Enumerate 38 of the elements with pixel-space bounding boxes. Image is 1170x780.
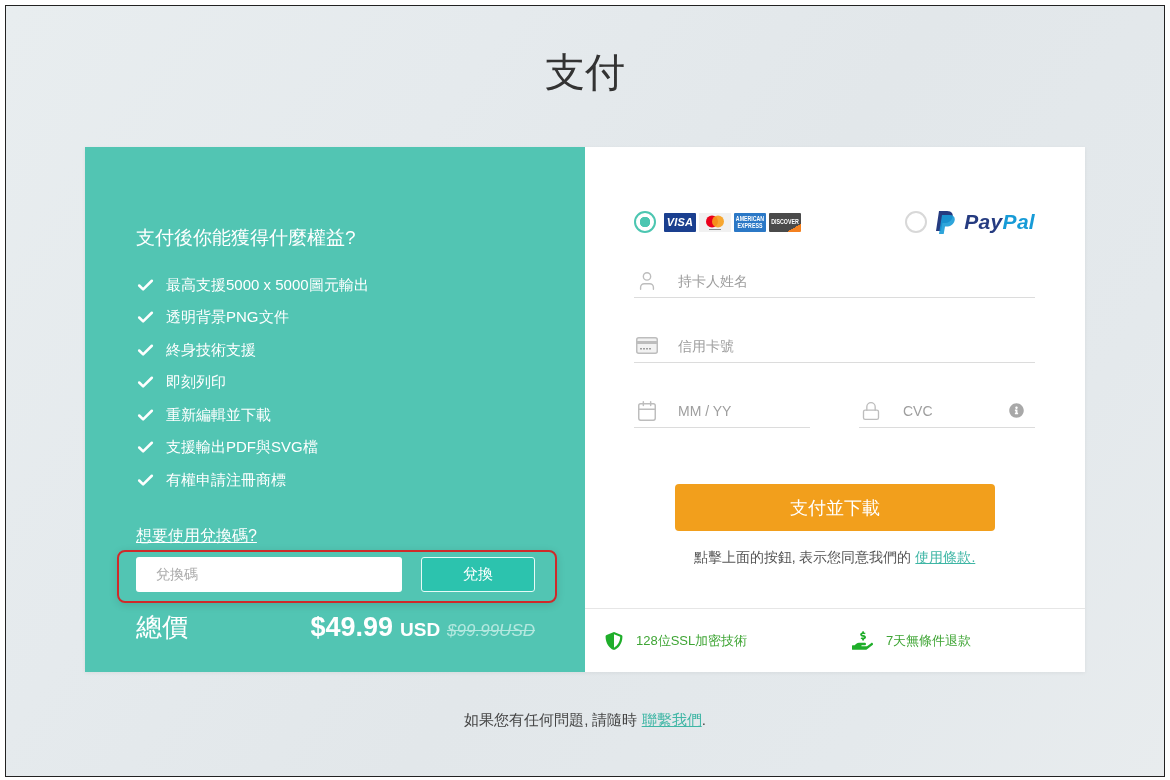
voucher-link[interactable]: 想要使用兌換碼?	[136, 524, 257, 547]
redeem-button[interactable]: 兌換	[421, 556, 535, 592]
credit-card-icon	[636, 337, 658, 354]
radio-button[interactable]	[634, 211, 656, 233]
pay-download-button[interactable]: 支付並下載	[674, 484, 995, 531]
benefit-text: 終身技術支援	[166, 340, 256, 360]
cardholder-name-field[interactable]: 持卡人姓名	[634, 264, 1035, 298]
currency-text: USD	[400, 619, 441, 641]
logo-mark-icon	[936, 210, 956, 234]
benefit-text: 重新編輯並下載	[166, 405, 271, 425]
terms-link[interactable]: 使用條款.	[915, 549, 976, 565]
payment-logo-text: PayPal	[964, 210, 1035, 234]
card-logo-icon	[699, 212, 731, 232]
card-logo: DISCOVER	[769, 212, 801, 232]
page-title: 支付	[545, 49, 625, 96]
benefits-heading: 支付後你能獲得什麼權益?	[136, 226, 357, 250]
voucher-code-field[interactable]: 兌換碼	[136, 556, 402, 592]
info-icon[interactable]	[1009, 403, 1024, 418]
footer-text: 如果您有任何問題, 請隨時 聯繫我們.	[464, 710, 706, 730]
benefit-text: 有權申請注冊商標	[166, 470, 286, 490]
lock-icon	[861, 400, 881, 421]
benefit-text: 透明背景PNG文件	[166, 308, 289, 328]
guarantee-text: 128位SSL加密技術	[636, 631, 748, 650]
benefit-text: 支援輸出PDF與SVG檔	[166, 438, 318, 458]
terms-text: 點擊上面的按鈕, 表示您同意我們的 使用條款.	[692, 548, 977, 567]
contact-link[interactable]: 聯繫我們	[641, 711, 702, 728]
price-text: $49.99	[310, 612, 393, 643]
benefit-text: 最高支援5000 x 5000圖元輸出	[166, 275, 369, 295]
card-logo: VISA	[664, 212, 696, 232]
original-price-text: $99.99USD	[447, 621, 535, 641]
shield-icon	[605, 631, 623, 650]
benefit-text: 即刻列印	[166, 373, 226, 393]
hand-dollar-icon	[852, 630, 873, 651]
guarantee-text: 7天無條件退款	[886, 631, 972, 650]
radio-button[interactable]	[905, 211, 928, 233]
total-label: 總價	[136, 611, 188, 644]
calendar-icon	[636, 399, 658, 422]
expiry-date-field[interactable]: MM / YY	[634, 394, 810, 428]
